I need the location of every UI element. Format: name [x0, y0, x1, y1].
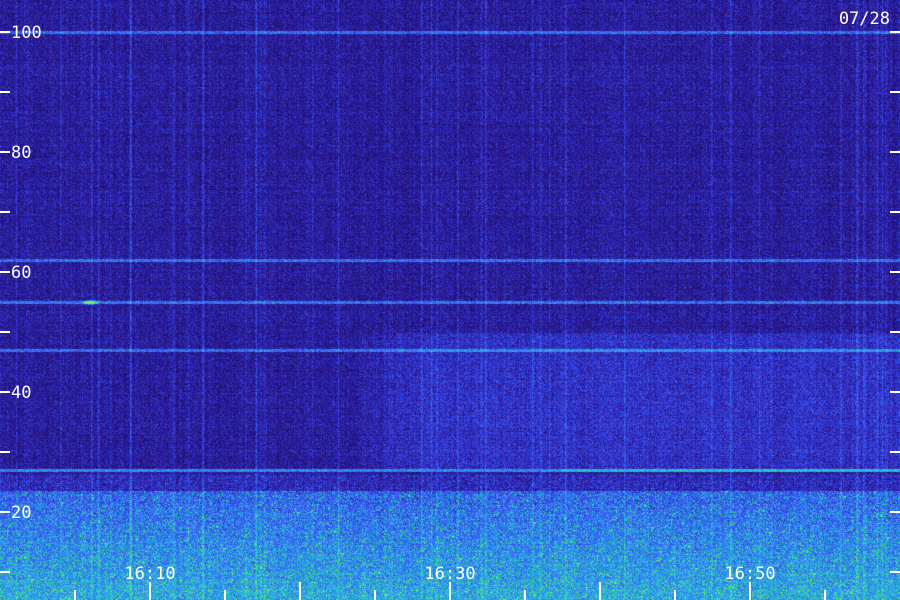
y-axis-tick-labels: 100 80 60 40 20 [11, 23, 42, 523]
x-tick-label-1630: 16:30 [424, 564, 475, 584]
x-tick-label-1650: 16:50 [724, 564, 775, 584]
y-tick-label-40: 40 [11, 383, 31, 403]
y-tick-label-100: 100 [11, 23, 42, 43]
x-axis-ticks [74, 582, 826, 600]
chart-overlay: 100 80 60 40 20 16:10 16:30 16:50 07/28 [0, 9, 900, 600]
y-tick-label-60: 60 [11, 263, 31, 283]
y-axis-left-ticks [0, 31, 10, 573]
x-tick-label-1610: 16:10 [124, 564, 175, 584]
y-tick-label-20: 20 [11, 503, 31, 523]
x-axis-tick-labels: 16:10 16:30 16:50 [124, 564, 775, 584]
spectrogram-chart: 100 80 60 40 20 16:10 16:30 16:50 07/28 [0, 0, 900, 600]
date-label: 07/28 [839, 9, 890, 29]
y-tick-label-80: 80 [11, 143, 31, 163]
y-axis-right-ticks [890, 31, 900, 573]
